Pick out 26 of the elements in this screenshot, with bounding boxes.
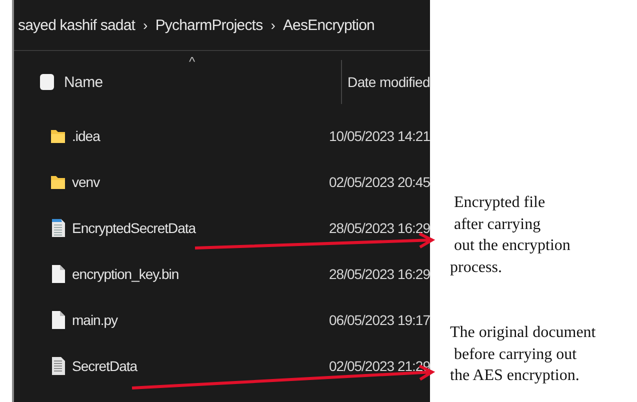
file-name[interactable]: main.py: [72, 312, 118, 328]
date-modified: 06/05/2023 19:17: [328, 312, 430, 328]
document-icon: [50, 218, 66, 238]
annotation-note: The original document before carrying out the AES encryption.: [450, 323, 597, 386]
file-name[interactable]: .idea: [72, 128, 100, 144]
breadcrumb-item[interactable]: PycharmProjects: [155, 16, 263, 34]
file-name[interactable]: encryption_key.bin: [72, 266, 179, 282]
file-icon: [50, 310, 66, 330]
annotation-note: Encrypted file after carrying out the encryption process.: [450, 193, 572, 278]
column-header[interactable]: Date modified: [348, 74, 430, 90]
file-name[interactable]: venv: [72, 174, 100, 190]
date-modified: 10/05/2023 14:21: [328, 128, 430, 144]
date-modified: 28/05/2023 16:29: [328, 220, 430, 236]
sort-caret: ^: [189, 54, 195, 69]
date-modified: 28/05/2023 16:29: [328, 266, 430, 282]
column-header[interactable]: Name: [64, 74, 103, 90]
breadcrumb-separator: ›: [143, 17, 148, 33]
text-file-icon: [50, 356, 66, 376]
breadcrumb-item[interactable]: sayed kashif sadat: [18, 16, 136, 34]
breadcrumb-separator: ›: [270, 17, 275, 33]
file-name[interactable]: SecretData: [72, 358, 138, 374]
breadcrumb-item[interactable]: AesEncryption: [282, 16, 374, 34]
select-all-checkbox[interactable]: [40, 74, 54, 90]
file-name[interactable]: EncryptedSecretData: [72, 220, 196, 236]
file-icon: [50, 264, 66, 284]
date-modified: 02/05/2023 20:45: [328, 174, 430, 190]
